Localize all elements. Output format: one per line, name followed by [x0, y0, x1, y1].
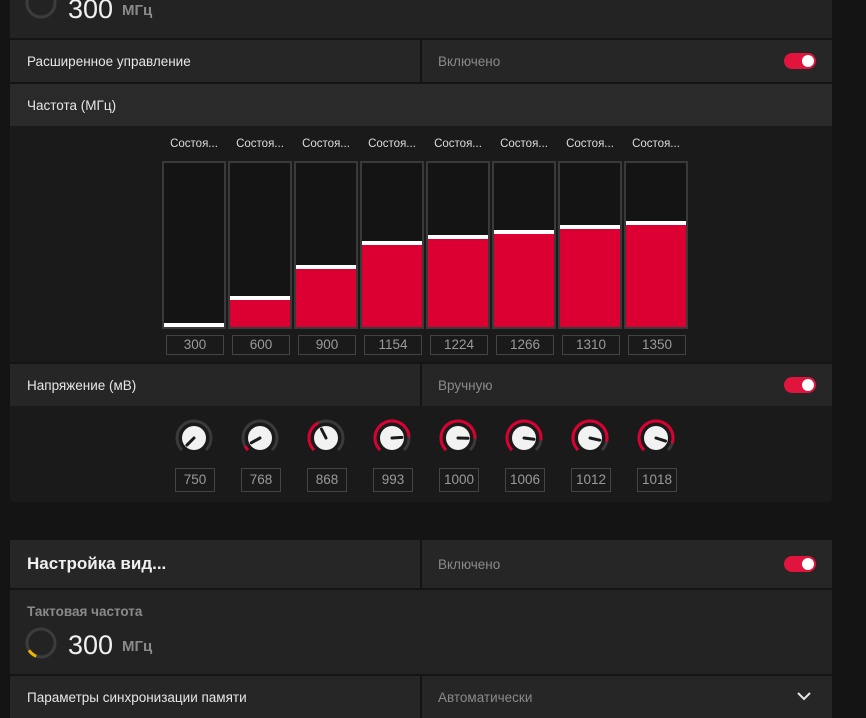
video-tuning-label: Настройка вид...	[27, 554, 166, 574]
voltage-control: 750	[162, 406, 226, 502]
clock-speed-label: Тактовая частота	[27, 604, 142, 619]
frequency-value-input[interactable]: 600	[232, 335, 290, 355]
frequency-slider-fill	[494, 234, 554, 327]
voltage-control: 1006	[492, 406, 556, 502]
frequency-slider[interactable]	[624, 161, 688, 329]
frequency-state-column: Состоя...900	[294, 126, 358, 362]
frequency-slider-fill	[428, 239, 488, 327]
clock-speed-value: 300	[68, 630, 113, 661]
frequency-value-input[interactable]: 1266	[496, 335, 554, 355]
voltage-control: 993	[360, 406, 424, 502]
frequency-value-input[interactable]: 1350	[628, 335, 686, 355]
clock-speed-panel: Тактовая частота 300 МГц	[10, 590, 832, 674]
voltage-mode-cell: Вручную	[422, 364, 832, 406]
voltage-control: 1000	[426, 406, 490, 502]
voltage-mode: Вручную	[438, 378, 492, 393]
video-tuning-state-cell: Включено	[422, 540, 832, 588]
frequency-slider[interactable]	[228, 161, 292, 329]
frequency-value-input[interactable]: 900	[298, 335, 356, 355]
voltage-row: Напряжение (мВ) Вручную	[10, 364, 832, 406]
voltage-value-input[interactable]: 1006	[505, 468, 545, 492]
memory-timing-dropdown[interactable]: Автоматически	[422, 676, 832, 718]
frequency-state-label: Состоя...	[290, 138, 362, 150]
advanced-control-state: Включено	[438, 54, 500, 69]
frequency-state-column: Состоя...1224	[426, 126, 490, 362]
frequency-slider-fill	[362, 245, 422, 327]
memory-timing-label: Параметры синхронизации памяти	[10, 676, 420, 718]
frequency-state-label: Состоя...	[488, 138, 560, 150]
frequency-slider-fill	[296, 269, 356, 327]
frequency-slider-fill	[560, 229, 620, 327]
voltage-knob[interactable]	[174, 418, 214, 458]
frequency-state-label: Состоя...	[554, 138, 626, 150]
frequency-state-label: Состоя...	[224, 138, 296, 150]
frequency-value-input[interactable]: 1154	[364, 335, 422, 355]
voltage-value-input[interactable]: 1000	[439, 468, 479, 492]
frequency-state-column: Состоя...1310	[558, 126, 622, 362]
frequency-slider[interactable]	[492, 161, 556, 329]
frequency-state-column: Состоя...1350	[624, 126, 688, 362]
frequency-state-column: Состоя...1266	[492, 126, 556, 362]
voltage-knob[interactable]	[570, 418, 610, 458]
frequency-state-label: Состоя...	[158, 138, 230, 150]
frequency-label: Частота (МГц)	[10, 84, 832, 126]
memory-timing-value: Автоматически	[438, 690, 532, 705]
frequency-value-input[interactable]: 1310	[562, 335, 620, 355]
top-panel: 300 МГц	[10, 0, 832, 38]
frequency-slider[interactable]	[558, 161, 622, 329]
frequency-state-label: Состоя...	[356, 138, 428, 150]
voltage-value-input[interactable]: 750	[175, 468, 215, 492]
voltage-knob[interactable]	[240, 418, 280, 458]
video-tuning-state: Включено	[438, 557, 500, 572]
voltage-value-input[interactable]: 993	[373, 468, 413, 492]
advanced-control-toggle[interactable]	[784, 53, 816, 69]
voltage-toggle[interactable]	[784, 377, 816, 393]
voltage-control: 868	[294, 406, 358, 502]
frequency-state-label: Состоя...	[620, 138, 692, 150]
chevron-down-icon	[796, 691, 812, 701]
voltage-value-input[interactable]: 1012	[571, 468, 611, 492]
frequency-state-column: Состоя...300	[162, 126, 226, 362]
memory-timing-row: Параметры синхронизации памяти Автоматич…	[10, 676, 832, 718]
advanced-control-state-cell: Включено	[422, 40, 832, 82]
frequency-bars: Состоя...300Состоя...600Состоя...900Сост…	[162, 126, 702, 362]
frequency-value-input[interactable]: 300	[166, 335, 224, 355]
voltage-value-input[interactable]: 868	[307, 468, 347, 492]
top-clock-unit: МГц	[122, 2, 152, 19]
advanced-control-label: Расширенное управление	[10, 40, 420, 82]
advanced-control-row: Расширенное управление Включено	[10, 40, 832, 82]
voltage-knob[interactable]	[438, 418, 478, 458]
voltage-label: Напряжение (мВ)	[10, 364, 420, 406]
voltage-value-input[interactable]: 1018	[637, 468, 677, 492]
video-tuning-toggle[interactable]	[784, 556, 816, 572]
voltage-knobs-area: 750 768 868 993 1000 1006 1012 1018	[10, 406, 832, 502]
frequency-slider-fill	[230, 300, 290, 327]
voltage-value-input[interactable]: 768	[241, 468, 281, 492]
voltage-knob[interactable]	[306, 418, 346, 458]
voltage-knob[interactable]	[372, 418, 412, 458]
gauge-icon	[24, 626, 58, 660]
gauge-icon	[24, 0, 58, 20]
voltage-control: 768	[228, 406, 292, 502]
video-tuning-title: Настройка вид...	[10, 540, 420, 588]
video-tuning-row: Настройка вид... Включено	[10, 540, 832, 588]
frequency-slider[interactable]	[162, 161, 226, 329]
clock-speed-unit: МГц	[122, 638, 152, 655]
voltage-control: 1018	[624, 406, 688, 502]
frequency-header-row: Частота (МГц)	[10, 84, 832, 126]
frequency-state-column: Состоя...600	[228, 126, 292, 362]
voltage-knob[interactable]	[504, 418, 544, 458]
voltage-control: 1012	[558, 406, 622, 502]
frequency-value-input[interactable]: 1224	[430, 335, 488, 355]
frequency-slider[interactable]	[294, 161, 358, 329]
frequency-slider[interactable]	[426, 161, 490, 329]
voltage-knob[interactable]	[636, 418, 676, 458]
frequency-slider[interactable]	[360, 161, 424, 329]
frequency-states-area: Состоя...300Состоя...600Состоя...900Сост…	[10, 126, 832, 362]
frequency-state-column: Состоя...1154	[360, 126, 424, 362]
frequency-state-label: Состоя...	[422, 138, 494, 150]
frequency-slider-fill	[626, 225, 686, 327]
top-clock-value: 300	[68, 0, 113, 25]
voltage-knobs: 750 768 868 993 1000 1006 1012 1018	[162, 406, 702, 502]
